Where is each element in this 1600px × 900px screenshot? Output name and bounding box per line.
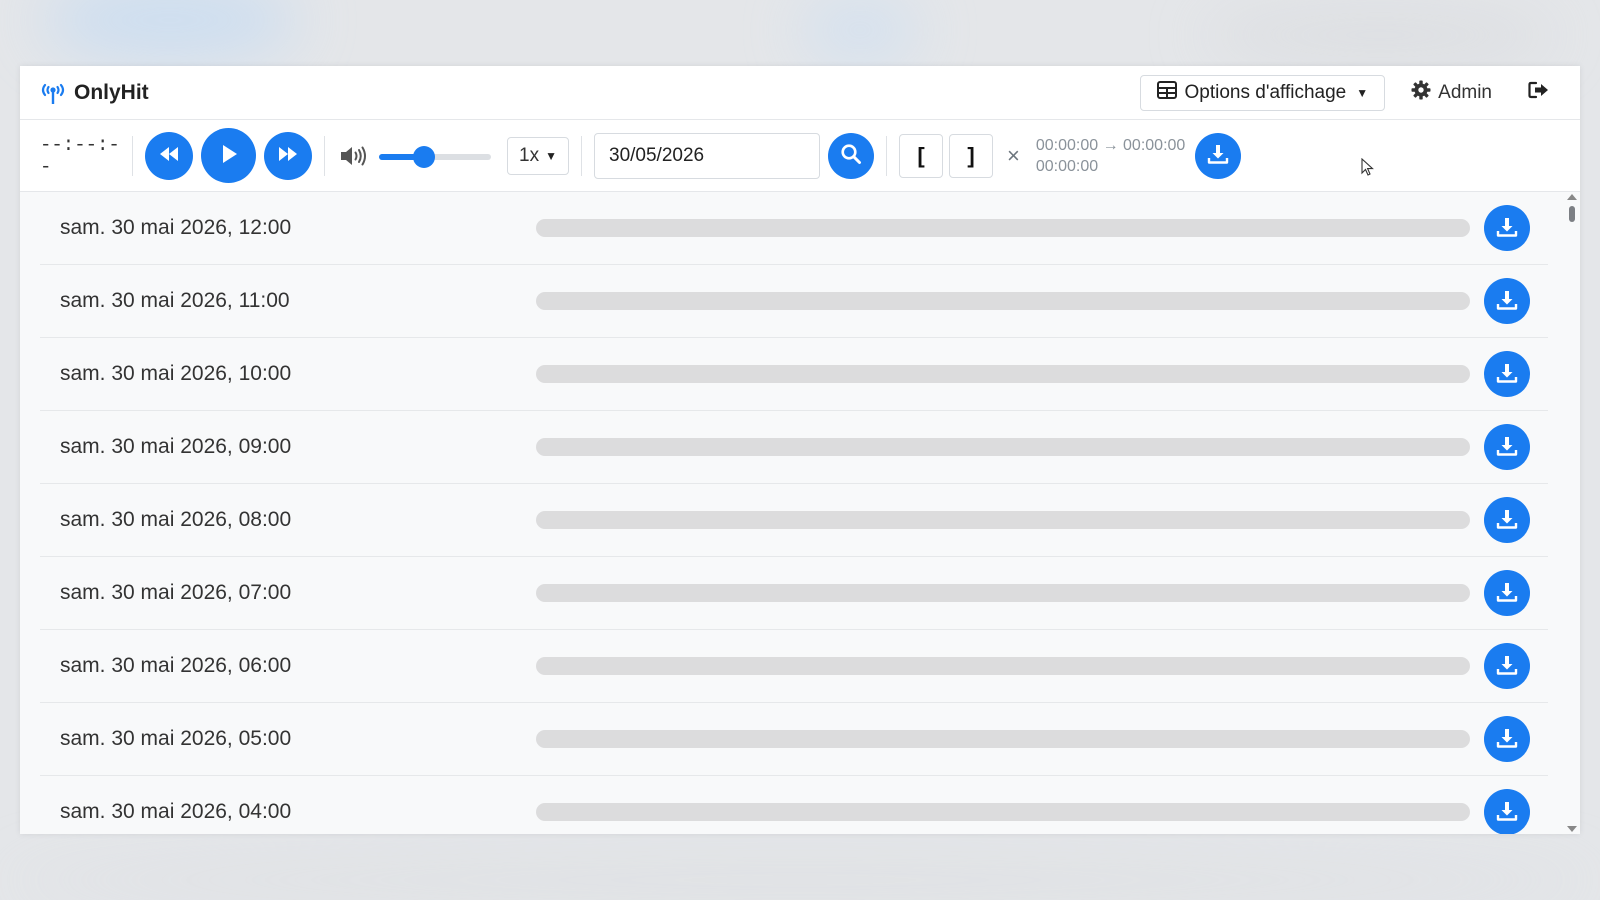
current-time-display: --:--:--	[40, 133, 120, 178]
caret-down-icon: ▼	[1356, 85, 1369, 100]
hour-row-date: sam. 30 mai 2026, 08:00	[60, 508, 292, 531]
hour-row-date: sam. 30 mai 2026, 09:00	[60, 435, 292, 458]
download-icon	[1496, 508, 1518, 533]
hour-row-date: sam. 30 mai 2026, 12:00	[60, 216, 292, 239]
hour-row-date: sam. 30 mai 2026, 07:00	[60, 581, 292, 604]
download-icon	[1496, 654, 1518, 679]
scrollbar[interactable]	[1564, 192, 1580, 834]
hour-row-download-button[interactable]	[1484, 205, 1530, 251]
hour-row[interactable]: sam. 30 mai 2026, 11:00	[40, 265, 1548, 338]
playback-speed-select[interactable]: 1x ▼	[507, 136, 569, 175]
hour-row-waveform[interactable]	[536, 803, 1470, 821]
hour-row-date: sam. 30 mai 2026, 05:00	[60, 727, 292, 750]
admin-label: Admin	[1438, 81, 1492, 103]
hour-row[interactable]: sam. 30 mai 2026, 08:00	[40, 484, 1548, 557]
divider	[581, 135, 582, 176]
hour-row-date: sam. 30 mai 2026, 10:00	[60, 362, 292, 385]
selection-duration: 00:00:00	[1035, 157, 1099, 175]
hour-row[interactable]: sam. 30 mai 2026, 12:00	[40, 192, 1548, 265]
hour-row[interactable]: sam. 30 mai 2026, 06:00	[40, 630, 1548, 703]
caret-down-icon: ▼	[545, 148, 557, 163]
hour-row-download-button[interactable]	[1484, 351, 1530, 397]
display-options-label: Options d'affichage	[1184, 81, 1347, 103]
selection-range: 00:00:00 → 00:00:00 00:00:00	[1036, 135, 1185, 177]
playback-speed-value: 1x	[519, 144, 540, 166]
hour-row-waveform[interactable]	[536, 584, 1470, 602]
fast-forward-icon	[276, 145, 300, 166]
scroll-down-arrow-icon[interactable]	[1567, 826, 1577, 832]
scroll-thumb[interactable]	[1569, 206, 1575, 222]
search-icon	[840, 143, 862, 168]
admin-link[interactable]: Admin	[1411, 80, 1492, 106]
download-icon	[1496, 289, 1518, 314]
hour-row-waveform[interactable]	[536, 511, 1470, 529]
hour-row[interactable]: sam. 30 mai 2026, 09:00	[40, 411, 1548, 484]
hour-row-download-button[interactable]	[1484, 789, 1530, 834]
play-button[interactable]	[201, 128, 256, 183]
hour-row-download-button[interactable]	[1484, 716, 1530, 762]
hour-row-download-button[interactable]	[1484, 643, 1530, 689]
set-end-marker-button[interactable]: ]	[949, 133, 993, 178]
background-blur	[40, 0, 300, 60]
hour-row[interactable]: sam. 30 mai 2026, 10:00	[40, 338, 1548, 411]
divider	[886, 135, 887, 176]
background-blur	[1200, 10, 1560, 60]
date-input[interactable]	[594, 132, 820, 179]
play-icon	[219, 143, 239, 168]
app-name: OnlyHit	[74, 80, 149, 104]
brand[interactable]: OnlyHit	[40, 80, 149, 106]
hour-row[interactable]: sam. 30 mai 2026, 07:00	[40, 557, 1548, 630]
display-options-dropdown[interactable]: Options d'affichage ▼	[1139, 74, 1386, 111]
table-icon	[1156, 80, 1177, 105]
download-icon	[1496, 362, 1518, 387]
download-icon	[1496, 727, 1518, 752]
set-start-marker-button[interactable]: [	[899, 133, 943, 178]
rewind-icon	[157, 145, 181, 166]
background-blur	[800, 0, 920, 60]
background-blur	[0, 860, 1600, 900]
mouse-cursor-icon	[1361, 157, 1375, 181]
hour-row-date: sam. 30 mai 2026, 06:00	[60, 654, 292, 677]
top-navbar: OnlyHit Options d'affichage ▼ Admin	[20, 66, 1580, 120]
hour-row-date: sam. 30 mai 2026, 11:00	[60, 289, 290, 312]
hour-row-download-button[interactable]	[1484, 278, 1530, 324]
hour-row-waveform[interactable]	[536, 365, 1470, 383]
logout-button[interactable]	[1518, 81, 1560, 104]
hour-row-waveform[interactable]	[536, 657, 1470, 675]
download-icon	[1207, 143, 1229, 168]
selection-range-times: 00:00:00 → 00:00:00	[1035, 136, 1186, 154]
hour-row-waveform[interactable]	[536, 292, 1470, 310]
download-icon	[1496, 800, 1518, 825]
hour-row-download-button[interactable]	[1484, 570, 1530, 616]
divider	[132, 135, 133, 176]
hour-row-download-button[interactable]	[1484, 424, 1530, 470]
hour-row[interactable]: sam. 30 mai 2026, 05:00	[40, 703, 1548, 776]
download-icon	[1496, 581, 1518, 606]
hour-row-waveform[interactable]	[536, 438, 1470, 456]
hour-row-download-button[interactable]	[1484, 497, 1530, 543]
fast-forward-button[interactable]	[264, 131, 312, 180]
download-selection-button[interactable]	[1195, 132, 1242, 179]
rewind-button[interactable]	[145, 131, 193, 180]
hour-row-date: sam. 30 mai 2026, 04:00	[60, 800, 292, 823]
hour-list: sam. 30 mai 2026, 12:00 sam. 30 mai 2026,…	[20, 192, 1580, 834]
hour-row[interactable]: sam. 30 mai 2026, 04:00	[40, 776, 1548, 834]
player-toolbar: --:--:-- 1x ▼ 30/05/2026 [] × 00:00:00 …	[20, 120, 1580, 192]
app-window: OnlyHit Options d'affichage ▼ Admin --:-…	[20, 66, 1580, 834]
volume-thumb[interactable]	[412, 145, 435, 168]
gear-icon	[1411, 80, 1431, 106]
volume-icon[interactable]	[339, 145, 369, 167]
volume-slider[interactable]	[379, 144, 491, 168]
hour-row-waveform[interactable]	[536, 730, 1470, 748]
divider	[324, 135, 325, 176]
scroll-up-arrow-icon[interactable]	[1567, 194, 1577, 200]
broadcast-tower-icon	[40, 80, 66, 106]
download-icon	[1496, 435, 1518, 460]
download-icon	[1496, 216, 1518, 241]
hour-row-waveform[interactable]	[536, 219, 1470, 237]
clear-selection-button[interactable]: ×	[993, 143, 1034, 169]
hour-list-area: sam. 30 mai 2026, 12:00 sam. 30 mai 2026,…	[20, 192, 1580, 834]
sign-out-icon	[1528, 81, 1550, 104]
search-button[interactable]	[828, 132, 874, 179]
